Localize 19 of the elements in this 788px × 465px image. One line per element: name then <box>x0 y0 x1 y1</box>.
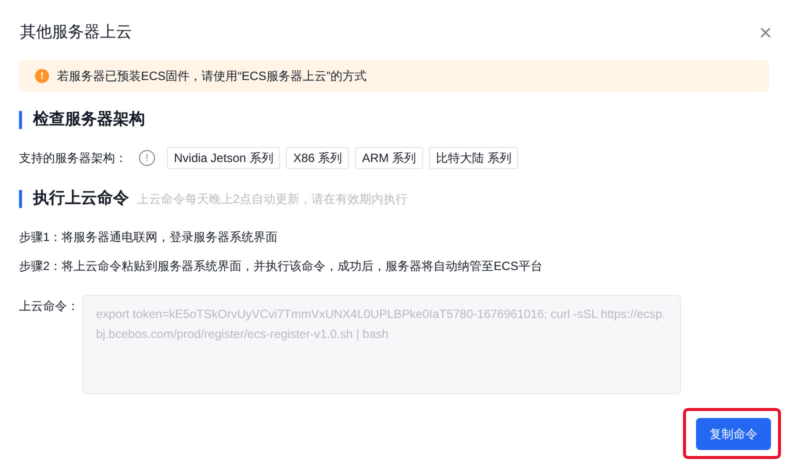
warning-icon: ! <box>35 69 49 83</box>
dialog-title: 其他服务器上云 <box>20 22 132 43</box>
architecture-tag: ARM 系列 <box>355 147 424 169</box>
copy-command-button[interactable]: 复制命令 <box>696 418 771 450</box>
warning-text: 若服务器已预装ECS固件，请使用“ECS服务器上云”的方式 <box>57 68 366 85</box>
section-heading: 执行上云命令 <box>33 188 129 209</box>
architecture-tag: Nvidia Jetson 系列 <box>167 147 280 169</box>
hint-text: 上云命令每天晚上2点自动更新，请在有效期内执行 <box>137 191 408 208</box>
section-marker <box>19 111 22 129</box>
architecture-label: 支持的服务器架构： <box>19 150 127 167</box>
section-marker <box>19 190 22 208</box>
section-heading: 检查服务器架构 <box>33 109 145 130</box>
architecture-tag: 比特大陆 系列 <box>429 147 518 169</box>
step-text: 步骤1：将服务器通电联网，登录服务器系统界面 <box>19 229 279 246</box>
architecture-tag: X86 系列 <box>286 147 350 169</box>
step-text: 步骤2：将上云命令粘贴到服务器系统界面，并执行该命令，成功后，服务器将自动纳管至ECS平台 <box>19 258 544 275</box>
command-label: 上云命令： <box>19 298 80 315</box>
info-icon[interactable]: ! <box>139 150 155 166</box>
close-button[interactable]: × <box>759 22 772 44</box>
